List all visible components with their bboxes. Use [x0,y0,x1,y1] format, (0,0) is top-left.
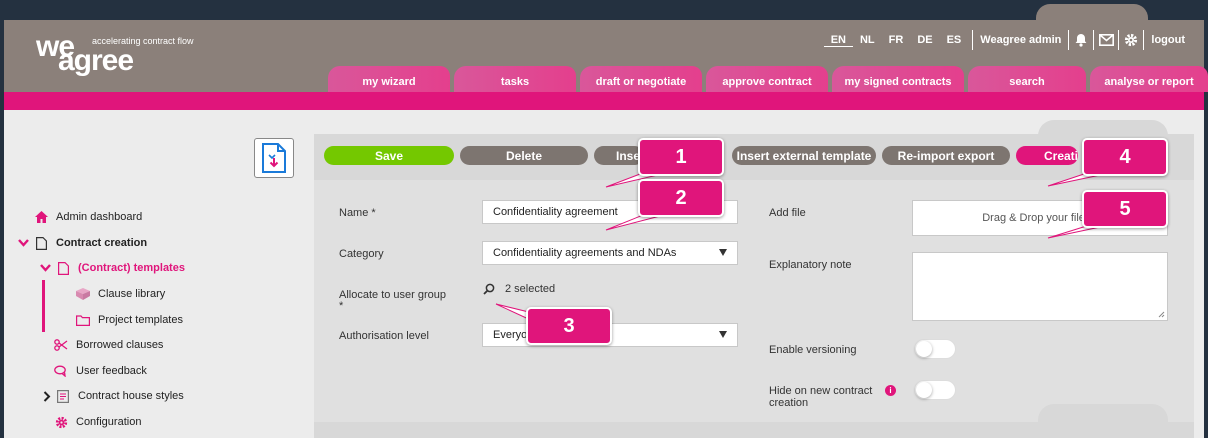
divider [1068,30,1070,50]
callout-2: 2 [638,179,724,217]
reimport-export-button[interactable]: Re-import export [882,146,1010,165]
header-toolbar: EN NL FR DE ES Weagree admin logout [823,30,1188,50]
sidebar-item-clause-library[interactable]: Clause library [76,287,165,301]
info-icon[interactable]: i [885,385,896,396]
allocate-required-mark: * [339,300,344,312]
tab-approve-contract[interactable]: approve contract [706,66,828,92]
add-file-label: Add file [769,207,806,219]
dropdown-arrow-icon [719,331,727,338]
hide-on-creation-label: Hide on new contract creation [769,385,873,409]
document-icon [34,236,48,250]
logout-link[interactable]: logout [1148,34,1188,46]
sidebar-item-label: Project templates [98,314,183,326]
tab-draft-or-negotiate[interactable]: draft or negotiate [580,66,702,92]
dropdown-arrow-icon [719,249,727,256]
blocks-icon [76,287,90,301]
panel-tab-decoration [1038,404,1168,424]
sidebar-item-borrowed-clauses[interactable]: Borrowed clauses [54,338,163,352]
sidebar-item-label: Configuration [76,416,142,428]
category-select[interactable]: Confidentiality agreements and NDAs [482,241,738,265]
scissors-icon [54,338,68,352]
divider [1093,30,1095,50]
sidebar-item-contract-creation[interactable]: Contract creation [16,236,147,250]
sidebar-item-configuration[interactable]: Configuration [54,415,141,429]
tab-analyse-or-report[interactable]: analyse or report [1090,66,1208,92]
logo-agree: agree [58,44,134,77]
mail-icon[interactable] [1098,32,1114,48]
sidebar-item-admin-dashboard[interactable]: Admin dashboard [34,210,142,224]
sidebar-item-contract-templates[interactable]: (Contract) templates [38,261,185,275]
chevron-right-icon [40,389,54,403]
sidebar-item-label: Clause library [98,288,166,300]
explanatory-note-textarea[interactable] [912,252,1168,321]
app-header: we accelerating contract flow agree EN N… [4,20,1208,92]
name-field-value: Confidentiality agreement [493,206,618,218]
lang-nl[interactable]: NL [853,34,882,46]
folder-icon [76,313,90,327]
sidebar-item-label: Contract house styles [78,390,184,402]
tab-my-signed-contracts[interactable]: my signed contracts [832,66,964,92]
divider [1143,30,1145,50]
gear-icon[interactable] [1123,32,1139,48]
chat-icon [54,364,68,378]
style-icon [56,389,70,403]
versioning-label: Enable versioning [769,344,857,356]
user-name[interactable]: Weagree admin [977,34,1064,46]
document-icon [56,261,70,275]
resize-handle-icon[interactable] [1158,311,1165,318]
template-editor-panel: Save Delete Inse Insert external templat… [314,120,1194,438]
sidebar-item-label: Contract creation [56,237,148,249]
sidebar-item-project-templates[interactable]: Project templates [76,313,183,327]
home-icon [34,210,48,224]
tab-tasks[interactable]: tasks [454,66,576,92]
lang-en[interactable]: EN [823,34,853,47]
main-nav-tabs: my wizard tasks draft or negotiate appro… [328,66,1208,92]
hide-on-creation-toggle[interactable] [914,380,956,400]
sidebar-item-label: User feedback [76,365,147,377]
authorisation-select-value: Everyo [493,329,528,341]
callout-1: 1 [638,138,724,176]
save-button[interactable]: Save [324,146,454,165]
lang-fr[interactable]: FR [882,34,911,46]
bell-icon[interactable] [1073,32,1089,48]
admin-sidebar: Admin dashboard Contract creation (Contr… [4,110,304,438]
search-icon[interactable] [482,282,496,296]
callout-5: 5 [1082,190,1168,228]
category-select-value: Confidentiality agreements and NDAs [493,247,677,259]
delete-button[interactable]: Delete [460,146,588,165]
sidebar-item-user-feedback[interactable]: User feedback [54,364,147,378]
gear-icon [54,415,68,429]
insert-button[interactable]: Inse [594,146,644,165]
dropzone-text: Drag & Drop your file or [982,212,1098,224]
callout-4: 4 [1082,138,1168,176]
callout-3: 3 [526,307,612,345]
category-label: Category [339,248,384,260]
allocate-label: Allocate to user group [339,289,447,301]
sidebar-item-contract-house-styles[interactable]: Contract house styles [40,389,184,403]
chevron-down-icon [38,261,52,275]
explanatory-note-label: Explanatory note [769,259,852,271]
versioning-toggle[interactable] [914,339,956,359]
tab-my-wizard[interactable]: my wizard [328,66,450,92]
divider [1118,30,1120,50]
tab-search[interactable]: search [968,66,1086,92]
name-label: Name * [339,207,376,219]
header-accent-bar [4,92,1204,110]
authorisation-label: Authorisation level [339,330,429,342]
chevron-down-icon [16,236,30,250]
sidebar-item-label: (Contract) templates [78,262,185,274]
create-button[interactable]: Creati [1016,146,1078,165]
panel-footer-strip [314,422,1194,438]
lang-es[interactable]: ES [940,34,969,46]
main-area: Admin dashboard Contract creation (Contr… [4,110,1204,438]
lang-de[interactable]: DE [910,34,939,46]
user-group-selection[interactable]: 2 selected [505,283,555,295]
divider [972,30,974,50]
active-section-indicator [42,280,45,332]
insert-external-template-button[interactable]: Insert external template [732,146,876,165]
sidebar-item-label: Admin dashboard [56,211,143,223]
sidebar-item-label: Borrowed clauses [76,339,164,351]
